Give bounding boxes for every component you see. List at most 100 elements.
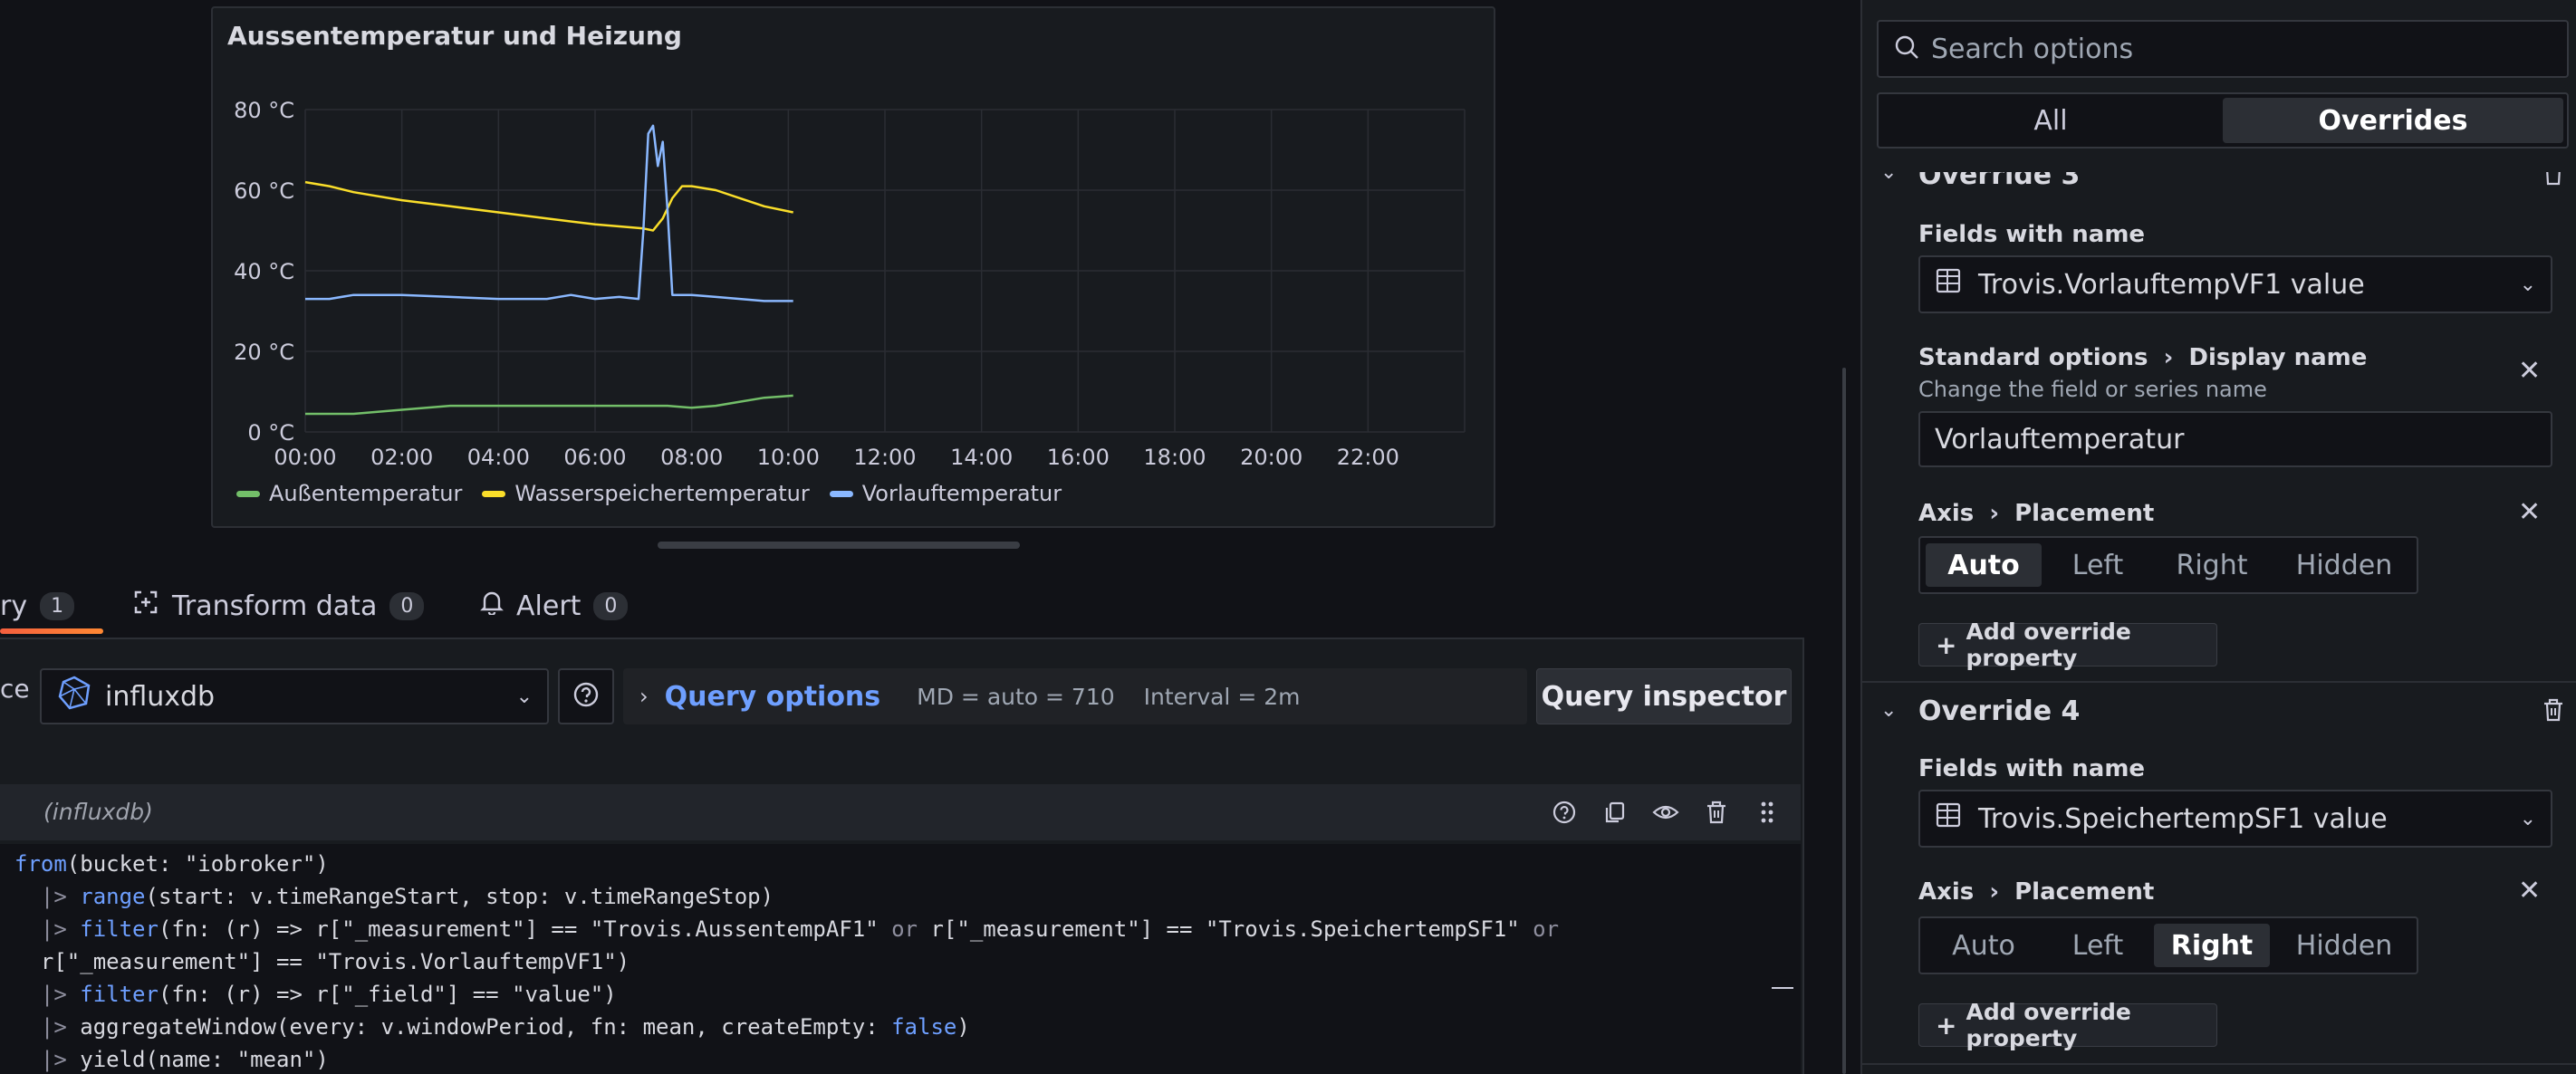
influxdb-icon (56, 675, 92, 718)
legend-swatch (482, 490, 506, 497)
series-line-3 (305, 124, 793, 302)
placement-right[interactable]: Right (2154, 924, 2270, 967)
search-options[interactable] (1877, 20, 2569, 78)
x-tick-label: 06:00 (563, 445, 626, 470)
code-token: false (891, 1014, 957, 1040)
transform-icon (132, 589, 159, 623)
duplicate-icon[interactable] (1600, 797, 1630, 828)
tab-transform-data[interactable]: Transform data 0 (132, 576, 425, 636)
chevron-down-icon: ⌄ (2519, 273, 2536, 296)
code-token: (fn: (r) => r["_field"] == "value") (158, 982, 617, 1007)
override-3-field-select[interactable]: Trovis.VorlauftempVF1 value ⌄ (1918, 255, 2552, 313)
flux-code-editor[interactable]: from(bucket: "iobroker") |> range(start:… (0, 844, 1801, 1074)
property-path-standard-options: Standard options › Display name (1918, 344, 2367, 371)
x-tick-label: 08:00 (660, 445, 723, 470)
add-override-property-button[interactable]: + Add override property (1918, 619, 2217, 671)
query-options-toggle[interactable]: › Query options MD = auto = 710 Interval… (623, 668, 1527, 724)
override-4-title: Override 4 (1918, 695, 2081, 727)
query-inspector-button[interactable]: Query inspector (1536, 668, 1792, 724)
y-tick-label: 0 °C (247, 420, 294, 446)
datasource-picker[interactable]: influxdb ⌄ (40, 668, 549, 724)
code-token: |> (14, 1014, 81, 1040)
override-4-field-select[interactable]: Trovis.SpeichertempSF1 value ⌄ (1918, 790, 2552, 848)
code-token: |> (14, 982, 81, 1007)
trash-icon[interactable] (1701, 797, 1732, 828)
x-tick-label: 12:00 (853, 445, 916, 470)
add-property-label: Add override property (1966, 999, 2131, 1051)
add-property-label: Add override property (1966, 619, 2131, 671)
placement-auto[interactable]: Auto (1926, 543, 2042, 587)
placement-left[interactable]: Left (2047, 924, 2148, 967)
divider (1862, 681, 2576, 683)
datasource-help-button[interactable] (558, 668, 614, 724)
chevron-down-icon: ⌄ (515, 685, 533, 708)
y-tick-label: 60 °C (234, 178, 294, 204)
series-line-1 (305, 394, 793, 416)
timeseries-panel: Aussentemperatur und Heizung 80 °C 60 °C 4… (211, 6, 1495, 528)
tab-label: Alert (516, 590, 582, 622)
code-line[interactable]: |> filter(fn: (r) => r["_measurement"] =… (14, 916, 1559, 942)
property-name: Placement (2014, 500, 2155, 527)
remove-axis-placement-icon[interactable]: ✕ (2518, 496, 2541, 528)
code-token: filter (80, 916, 159, 942)
help-icon[interactable] (1549, 797, 1580, 828)
property-name: Display name (2188, 344, 2368, 371)
legend-item-wasserspeichertemperatur[interactable]: Wasserspeichertemperatur (482, 481, 810, 506)
placement-hidden[interactable]: Hidden (2275, 543, 2413, 587)
filter-all-button[interactable]: All (1882, 98, 2219, 143)
editor-tabs: ry 1 Transform data 0 Alert 0 (0, 576, 906, 636)
tab-alert[interactable]: Alert 0 (480, 576, 629, 636)
delete-override-4-icon[interactable] (2542, 697, 2565, 726)
code-token: from (14, 851, 67, 877)
table-icon (1935, 801, 1962, 836)
placement-left[interactable]: Left (2047, 543, 2148, 587)
code-line[interactable]: |> filter(fn: (r) => r["_field"] == "val… (14, 982, 617, 1007)
datasource-name: influxdb (105, 680, 216, 713)
placement-auto[interactable]: Auto (1926, 924, 2042, 967)
code-token: (start: v.timeRangeStart, stop: v.timeRa… (145, 884, 774, 909)
x-tick-label: 16:00 (1047, 445, 1110, 470)
x-tick-label: 18:00 (1143, 445, 1206, 470)
code-line[interactable]: |> yield(name: "mean") (14, 1047, 329, 1072)
code-token: yield(name: "mean") (80, 1047, 329, 1072)
chevron-right-icon: › (1989, 878, 2000, 906)
code-line[interactable]: r["_measurement"] == "Trovis.Vorlauftemp… (14, 949, 630, 974)
fields-with-name-label: Fields with name (1918, 221, 2146, 248)
line-chart: 80 °C 60 °C 40 °C 20 °C 0 °C00:00 02:00 04:00 0… (234, 98, 1466, 470)
display-name-input[interactable]: Vorlauftemperatur (1918, 411, 2552, 467)
drag-handle-icon[interactable] (1752, 797, 1783, 828)
eye-icon[interactable] (1650, 797, 1681, 828)
search-options-input[interactable] (1931, 33, 2547, 65)
field-name: Trovis.SpeichertempSF1 value (1978, 802, 2388, 835)
question-icon (572, 681, 600, 712)
placement-hidden[interactable]: Hidden (2275, 924, 2413, 967)
override-4-placement-radio: Auto Left Right Hidden (1918, 916, 2418, 974)
tab-label: ry (0, 590, 28, 622)
filter-overrides-button[interactable]: Overrides (2223, 98, 2563, 143)
code-line[interactable]: |> range(start: v.timeRangeStart, stop: … (14, 884, 774, 909)
chevron-down-icon[interactable]: ⌄ (1880, 699, 1897, 722)
code-line[interactable]: from(bucket: "iobroker") (14, 851, 329, 877)
tab-query[interactable]: ry 1 (0, 576, 75, 636)
code-token: (fn: (r) => r["_measurement"] == "Trovis… (158, 916, 892, 942)
bell-icon (480, 590, 504, 622)
chevron-right-icon: › (639, 684, 649, 709)
plus-icon: + (1936, 629, 1957, 660)
vertical-scrollbar[interactable] (1842, 368, 1846, 1074)
property-category: Standard options (1918, 344, 2148, 371)
panel-resize-handle[interactable] (658, 542, 1020, 549)
placement-right[interactable]: Right (2154, 543, 2270, 587)
dashboard-editor: Aussentemperatur und Heizung 80 °C 60 °C 4… (0, 0, 2576, 1074)
property-category: Axis (1918, 500, 1975, 527)
fold-marker[interactable] (1772, 987, 1793, 989)
remove-display-name-icon[interactable]: ✕ (2518, 355, 2541, 387)
legend-item-vorlauftemperatur[interactable]: Vorlauftemperatur (829, 481, 1062, 506)
legend-swatch (829, 490, 853, 497)
legend-item-aussentemperatur[interactable]: Außentemperatur (236, 481, 462, 506)
add-override-property-button[interactable]: + Add override property (1918, 999, 2217, 1051)
x-tick-label: 00:00 (274, 445, 336, 470)
code-line[interactable]: |> aggregateWindow(every: v.windowPeriod… (14, 1014, 970, 1040)
x-tick-label: 02:00 (370, 445, 433, 470)
code-token: r["_measurement"] == "Trovis.Speichertem… (918, 916, 1533, 942)
remove-axis-placement-icon[interactable]: ✕ (2518, 875, 2541, 906)
